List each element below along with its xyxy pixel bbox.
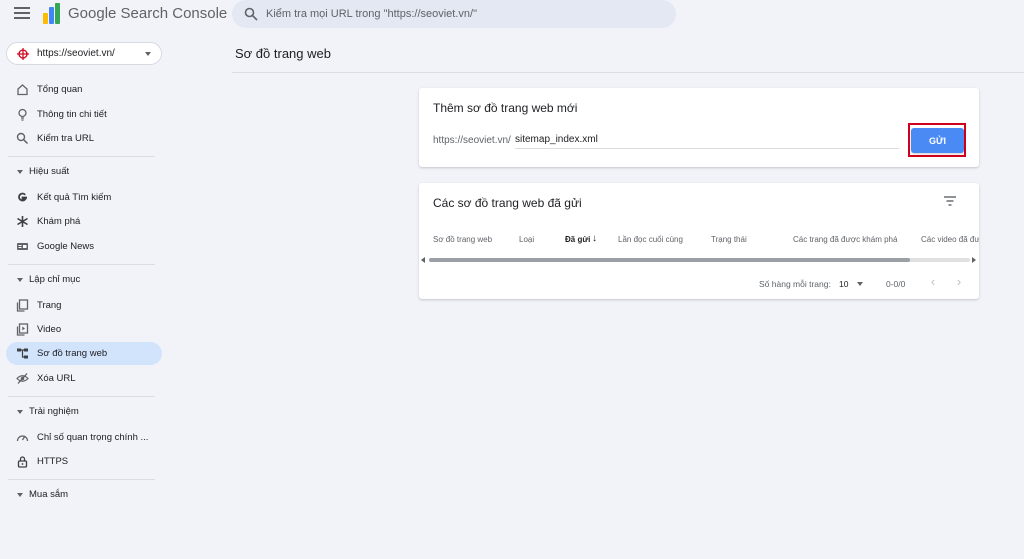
sidebar-item-sitemaps[interactable]: Sơ đồ trang web [6, 342, 162, 365]
eye-off-icon [16, 373, 29, 384]
horizontal-scroll-thumb[interactable] [429, 258, 910, 262]
news-icon [17, 243, 28, 250]
chevron-down-icon [17, 278, 23, 282]
pagination-range: 0-0/0 [886, 279, 906, 289]
google-g-icon [18, 192, 28, 202]
sitemap-icon [17, 348, 28, 359]
column-header-discovered-pages[interactable]: Các trang đã được khám phá [793, 235, 897, 244]
chevron-down-icon [17, 410, 23, 414]
chevron-down-icon [17, 493, 23, 497]
sitemap-url-input[interactable] [515, 131, 899, 149]
arrow-down-icon[interactable]: ↓ [592, 233, 597, 244]
sidebar-item-search-results[interactable]: Kết quả Tìm kiếm [6, 186, 162, 209]
page-title: Sơ đồ trang web [235, 46, 331, 61]
url-inspect-search[interactable] [232, 0, 676, 28]
column-header-submitted[interactable]: Đã gửi [565, 235, 590, 244]
column-header-last-read[interactable]: Lần đọc cuối cùng [618, 235, 683, 244]
chevron-down-icon [17, 170, 23, 174]
submitted-sitemaps-card: Các sơ đồ trang web đã gửi Sơ đồ trang w… [419, 183, 979, 299]
property-selector[interactable]: https://seoviet.vn/ [6, 42, 162, 65]
chevron-left-icon[interactable]: ‹ [926, 275, 940, 289]
url-inspect-input[interactable] [266, 3, 666, 25]
column-header-sitemap[interactable]: Sơ đồ trang web [433, 235, 492, 244]
sidebar-divider [8, 479, 155, 480]
sidebar-item-insights[interactable]: Thông tin chi tiết [6, 103, 162, 126]
site-favicon-icon [17, 48, 29, 60]
column-header-discovered-videos: Các video đã được khám phá [921, 235, 979, 244]
sidebar-item-discover[interactable]: Khám phá [6, 210, 162, 233]
scroll-left-icon[interactable] [421, 257, 425, 263]
rows-per-page-value: 10 [839, 279, 849, 289]
submit-button[interactable]: GỬI [911, 128, 964, 153]
sidebar-item-pages[interactable]: Trang [6, 294, 162, 317]
sitemap-url-prefix: https://seoviet.vn/ [433, 135, 511, 146]
search-icon [244, 7, 258, 21]
sidebar-divider [8, 264, 155, 265]
chevron-right-icon[interactable]: › [952, 275, 966, 289]
pages-icon [16, 299, 29, 312]
sidebar-item-overview[interactable]: Tổng quan [6, 78, 162, 101]
column-header-discovered-videos-clip[interactable]: Các video đã được khám phá [919, 235, 979, 247]
add-sitemap-card: Thêm sơ đồ trang web mới https://seoviet… [419, 88, 979, 167]
home-icon [17, 84, 28, 96]
gauge-icon [16, 435, 29, 442]
asterisk-icon [17, 216, 28, 227]
rows-per-page-label: Số hàng mỗi trang: [759, 279, 831, 289]
column-header-status[interactable]: Trạng thái [711, 235, 747, 244]
app-brand[interactable]: Google Search Console [68, 5, 227, 22]
add-sitemap-title: Thêm sơ đồ trang web mới [433, 101, 578, 115]
sidebar-item-video[interactable]: Video [6, 318, 162, 341]
lightbulb-icon [18, 108, 27, 121]
chevron-down-icon [145, 52, 151, 56]
submitted-sitemaps-title: Các sơ đồ trang web đã gửi [433, 196, 582, 210]
search-icon [16, 132, 29, 145]
rows-per-page-select[interactable]: 10 [837, 276, 867, 290]
title-divider [232, 72, 1024, 73]
filter-icon[interactable] [943, 195, 957, 207]
sidebar-item-google-news[interactable]: Google News [6, 235, 162, 258]
lock-icon [17, 456, 28, 468]
column-header-type[interactable]: Loại [519, 235, 534, 244]
scroll-right-icon[interactable] [972, 257, 976, 263]
sidebar-divider [8, 396, 155, 397]
chevron-down-icon [857, 282, 863, 286]
video-icon [16, 323, 29, 336]
property-label: https://seoviet.vn/ [37, 48, 115, 59]
search-console-logo-icon [43, 3, 60, 24]
top-bar: Google Search Console [0, 0, 1024, 30]
sidebar-item-url-inspection[interactable]: Kiểm tra URL [6, 127, 162, 150]
sidebar-divider [8, 156, 155, 157]
menu-icon[interactable] [14, 7, 30, 21]
sidebar-item-removals[interactable]: Xóa URL [6, 367, 162, 390]
sidebar-item-https[interactable]: HTTPS [6, 450, 162, 473]
sidebar-item-core-web-vitals[interactable]: Chỉ số quan trọng chính ... [6, 426, 162, 449]
